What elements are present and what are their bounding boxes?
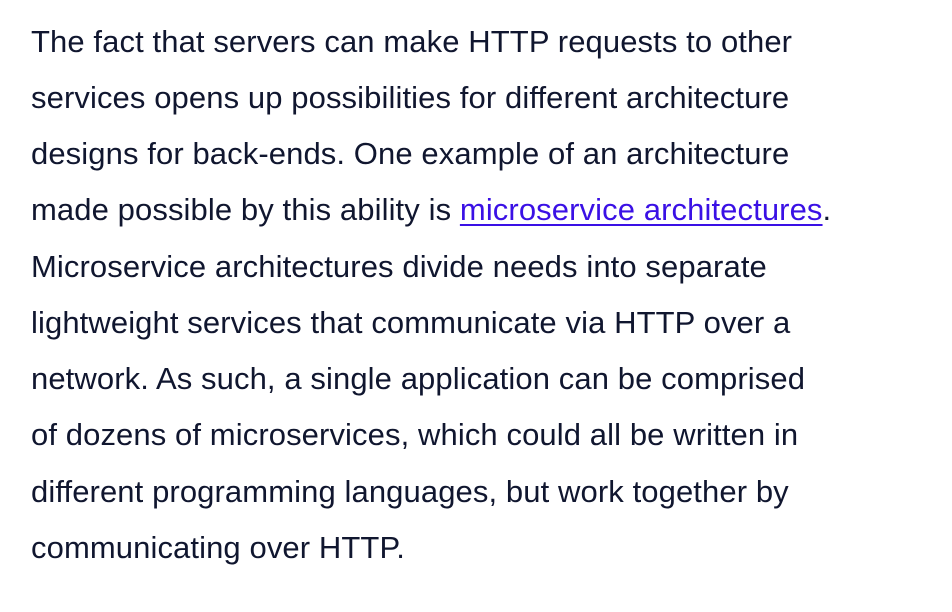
- article-paragraph: The fact that servers can make HTTP requ…: [0, 0, 952, 612]
- paragraph-line: different programming languages, but wor…: [31, 474, 789, 509]
- paragraph-line: Microservice architectures divide needs …: [31, 249, 767, 284]
- paragraph-line: designs for back-ends. One example of an…: [31, 136, 790, 171]
- paragraph-line: of dozens of microservices, which could …: [31, 417, 799, 452]
- paragraph-text: .: [822, 192, 832, 227]
- paragraph-line: lightweight services that communicate vi…: [31, 305, 791, 340]
- paragraph-line: The fact that servers can make HTTP requ…: [31, 24, 793, 59]
- paragraph-line: made possible by this ability is microse…: [31, 190, 831, 230]
- microservice-architectures-link[interactable]: microservice architectures: [460, 192, 823, 227]
- paragraph-text: made possible by this ability is: [31, 192, 460, 227]
- paragraph-line: communicating over HTTP.: [31, 530, 405, 565]
- paragraph-line: services opens up possibilities for diff…: [31, 80, 790, 115]
- paragraph-line: network. As such, a single application c…: [31, 361, 806, 396]
